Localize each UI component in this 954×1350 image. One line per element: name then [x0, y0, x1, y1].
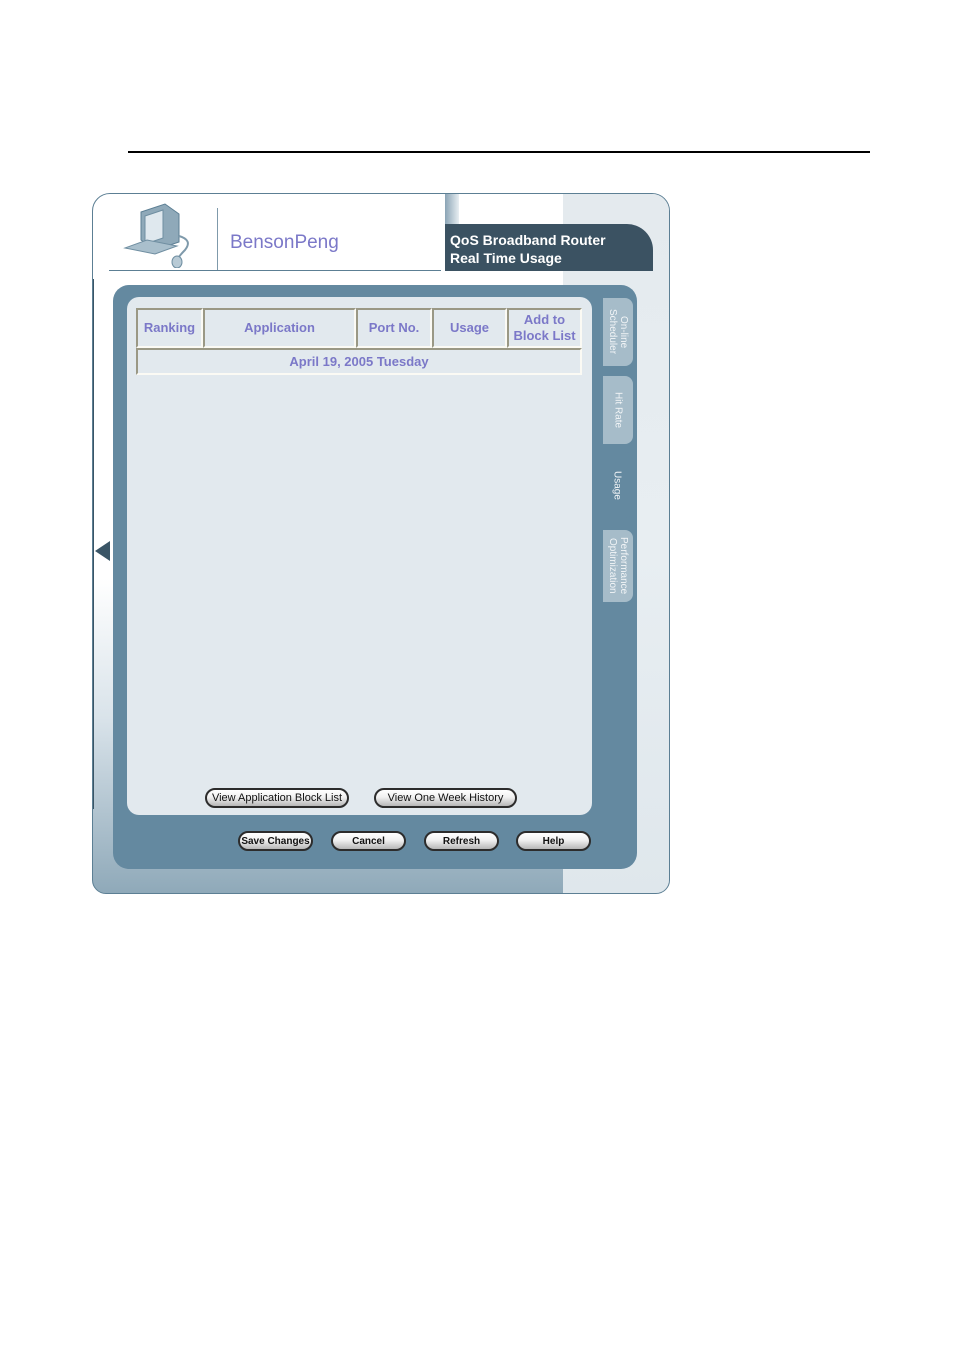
page-title-line2: Real Time Usage: [450, 250, 562, 266]
tab-label: Usage: [611, 470, 623, 500]
tab-usage[interactable]: Usage: [601, 452, 633, 518]
help-button[interactable]: Help: [516, 831, 591, 851]
brand-underline: [109, 270, 441, 271]
column-header-ranking: Ranking: [136, 308, 203, 348]
left-edge-strip: [93, 279, 94, 809]
refresh-button[interactable]: Refresh: [424, 831, 499, 851]
brand-name: BensonPeng: [230, 232, 339, 253]
triangle-left-icon[interactable]: [95, 541, 110, 561]
page-title-line1: QoS Broadband Router: [450, 232, 606, 248]
router-ui-frame: BensonPeng QoS Broadband Router Real Tim…: [92, 193, 670, 894]
save-changes-button[interactable]: Save Changes: [238, 831, 313, 851]
view-one-week-history-button[interactable]: View One Week History: [374, 788, 517, 808]
column-header-add-to-block-list: Add to Block List: [507, 308, 582, 348]
view-application-block-list-button[interactable]: View Application Block List: [205, 788, 349, 808]
tab-hit-rate[interactable]: Hit Rate: [603, 376, 633, 444]
tab-label: Performance Optimization: [607, 537, 629, 595]
brand-separator: [217, 208, 218, 270]
column-header-usage: Usage: [432, 308, 507, 348]
page-divider: [128, 151, 870, 153]
tab-label: On-line Scheduler: [607, 309, 629, 355]
tab-online-scheduler[interactable]: On-line Scheduler: [603, 298, 633, 366]
page-title: QoS Broadband Router Real Time Usage: [445, 224, 653, 271]
column-header-application: Application: [203, 308, 356, 348]
date-row: April 19, 2005 Tuesday: [136, 348, 582, 375]
computer-icon: [123, 203, 189, 268]
title-accent: [445, 194, 459, 224]
cancel-button[interactable]: Cancel: [331, 831, 406, 851]
column-header-port: Port No.: [356, 308, 432, 348]
tab-label: Hit Rate: [612, 391, 624, 429]
tab-performance-optimization[interactable]: Performance Optimization: [603, 530, 633, 602]
